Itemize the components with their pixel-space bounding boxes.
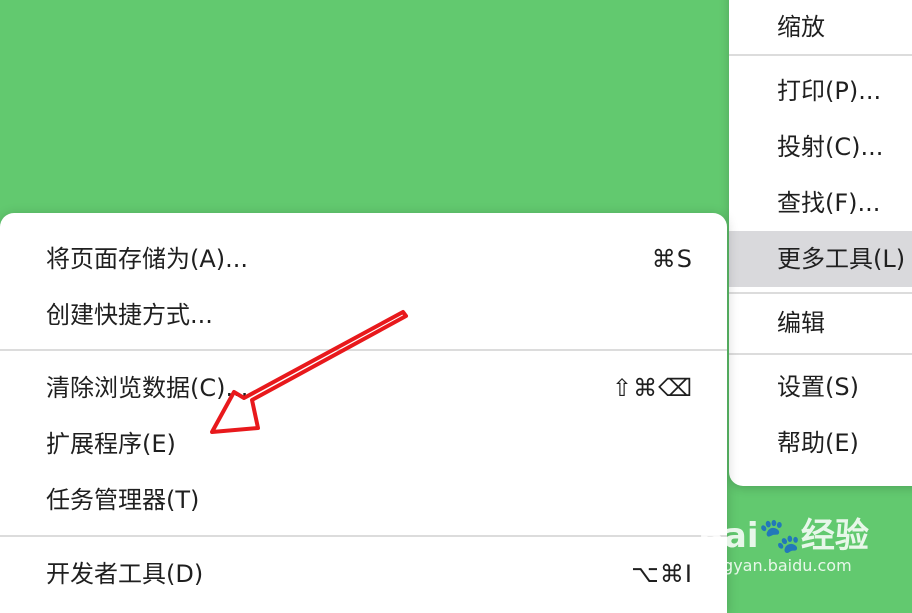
submenu-item-developer-tools[interactable]: 开发者工具(D) ⌥⌘I — [0, 546, 727, 602]
menu-item-label: 查找(F)... — [777, 189, 881, 217]
shortcut-hint: ⌘S — [651, 245, 693, 273]
menu-item-edit[interactable]: 编辑 — [729, 295, 912, 351]
baidu-watermark: Bai🐾经验 jingyan.baidu.com — [698, 494, 912, 584]
shortcut-hint: ⌥⌘I — [631, 560, 693, 588]
menu-item-label: 设置(S) — [777, 373, 859, 401]
submenu-item-label: 将页面存储为(A)... — [46, 245, 249, 273]
menu-item-label: 帮助(E) — [777, 429, 859, 457]
submenu-item-save-page-as[interactable]: 将页面存储为(A)... ⌘S — [0, 231, 727, 287]
submenu-item-label: 扩展程序(E) — [46, 430, 176, 458]
menu-divider — [729, 54, 912, 56]
submenu-item-task-manager[interactable]: 任务管理器(T) — [0, 472, 727, 528]
more-tools-submenu: 将页面存储为(A)... ⌘S 创建快捷方式... 清除浏览数据(C)... ⇧… — [0, 213, 727, 613]
menu-item-label: 缩放 — [777, 13, 825, 41]
submenu-item-label: 任务管理器(T) — [46, 486, 200, 514]
watermark-logo: Bai🐾经验 — [698, 516, 869, 556]
menu-item-zoom[interactable]: 缩放 — [729, 0, 912, 55]
menu-item-label: 编辑 — [777, 309, 825, 337]
submenu-item-create-shortcut[interactable]: 创建快捷方式... — [0, 287, 727, 343]
submenu-item-label: 创建快捷方式... — [46, 301, 213, 329]
submenu-item-extensions[interactable]: 扩展程序(E) — [0, 416, 727, 472]
menu-item-cast[interactable]: 投射(C)... — [729, 119, 912, 175]
menu-item-find[interactable]: 查找(F)... — [729, 175, 912, 231]
menu-divider — [0, 349, 727, 351]
shortcut-hint: ⇧⌘⌫ — [611, 374, 693, 402]
submenu-item-clear-browsing-data[interactable]: 清除浏览数据(C)... ⇧⌘⌫ — [0, 360, 727, 416]
main-menu: 缩放 打印(P)... 投射(C)... 查找(F)... 更多工具(L) 编辑… — [729, 0, 912, 486]
menu-divider — [0, 535, 727, 537]
menu-divider — [729, 292, 912, 294]
menu-item-settings[interactable]: 设置(S) — [729, 359, 912, 415]
submenu-item-label: 清除浏览数据(C)... — [46, 374, 249, 402]
menu-item-label: 打印(P)... — [777, 77, 882, 105]
menu-divider — [729, 353, 912, 355]
menu-item-label: 投射(C)... — [777, 133, 884, 161]
menu-item-more-tools[interactable]: 更多工具(L) — [729, 231, 912, 287]
menu-item-label: 更多工具(L) — [777, 245, 906, 273]
menu-item-print[interactable]: 打印(P)... — [729, 63, 912, 119]
watermark-url: jingyan.baidu.com — [704, 556, 852, 575]
menu-item-help[interactable]: 帮助(E) — [729, 415, 912, 471]
submenu-item-label: 开发者工具(D) — [46, 560, 204, 588]
